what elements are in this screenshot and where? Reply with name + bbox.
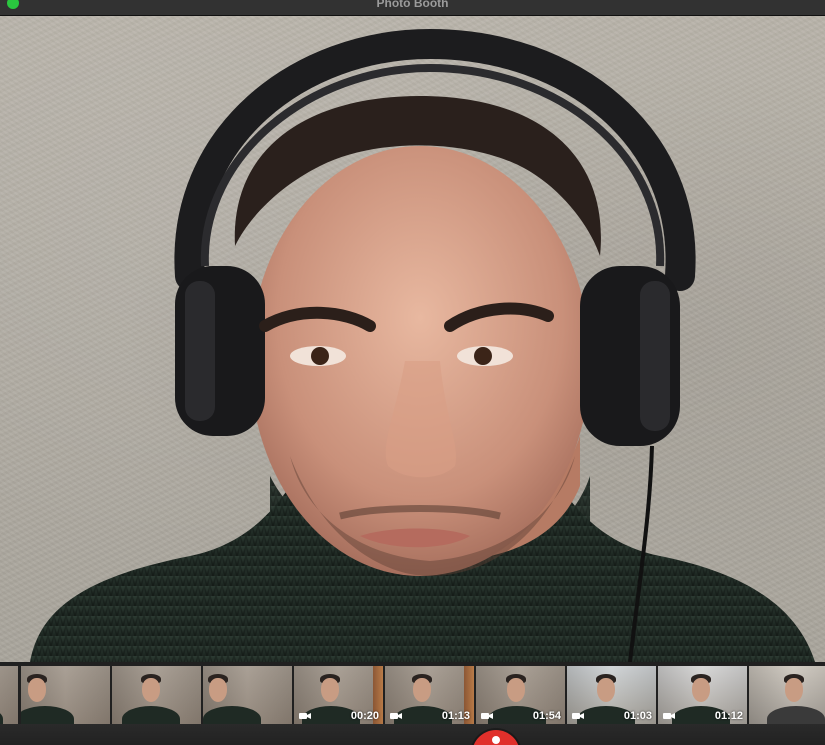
thumbnail-strip[interactable]: 00:20 01:13 01:54 01:03 01:12	[0, 662, 825, 724]
video-duration: 00:20	[350, 710, 379, 722]
thumbnail[interactable]	[112, 666, 201, 724]
thumbnail[interactable]	[203, 666, 292, 724]
thumbnail[interactable]: 01:12	[658, 666, 747, 724]
thumbnail[interactable]	[21, 666, 110, 724]
video-camera-icon	[572, 713, 584, 719]
window-title: Photo Booth	[376, 0, 449, 10]
video-camera-icon	[481, 713, 493, 719]
thumbnail[interactable]: 00:20	[294, 666, 383, 724]
subject-illustration	[30, 28, 815, 662]
video-duration: 01:03	[623, 710, 652, 722]
capture-icon	[492, 736, 500, 744]
video-duration: 01:13	[441, 710, 470, 722]
camera-preview	[0, 16, 825, 662]
capture-button[interactable]	[472, 730, 520, 745]
thumbnail[interactable]: 01:54	[476, 666, 565, 724]
video-duration: 01:12	[714, 710, 743, 722]
video-camera-icon	[390, 713, 402, 719]
video-duration: 01:54	[532, 710, 561, 722]
photo-booth-window: Photo Booth 00:20 01:13 01:54 01:03 01:1…	[0, 0, 825, 745]
video-camera-icon	[663, 713, 675, 719]
thumbnail[interactable]: 01:13	[385, 666, 474, 724]
thumbnail[interactable]	[749, 666, 825, 724]
thumbnail[interactable]: 01:03	[567, 666, 656, 724]
thumbnail[interactable]	[0, 666, 18, 724]
bottom-toolbar	[0, 724, 825, 745]
title-bar: Photo Booth	[0, 0, 825, 16]
video-camera-icon	[299, 713, 311, 719]
